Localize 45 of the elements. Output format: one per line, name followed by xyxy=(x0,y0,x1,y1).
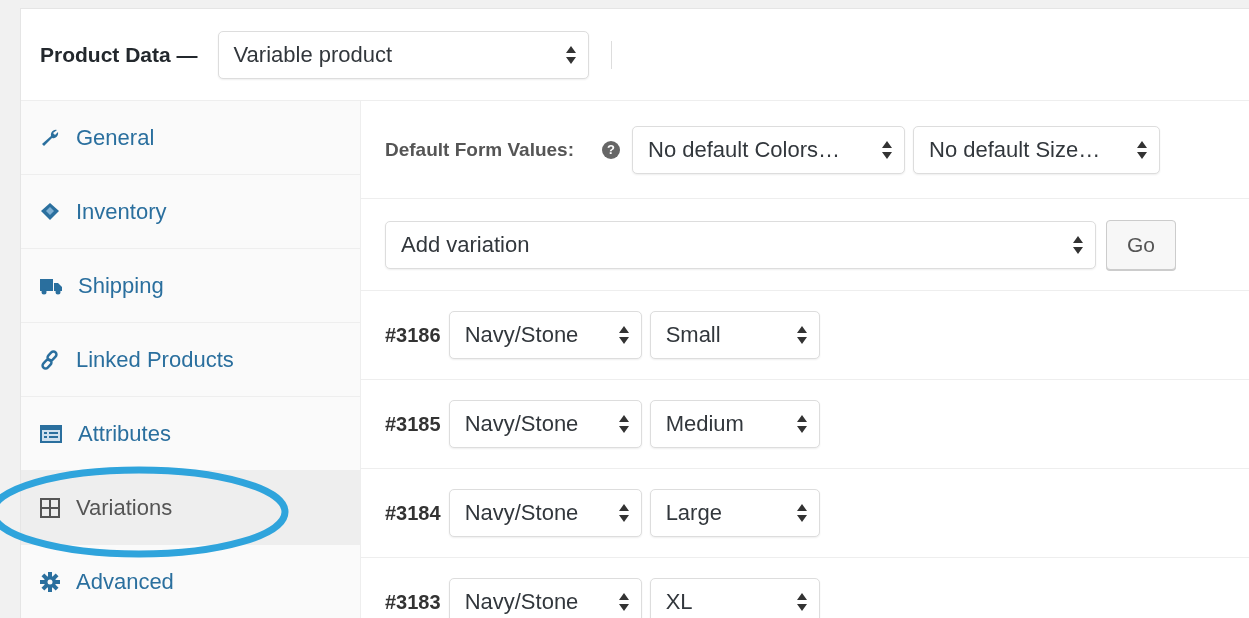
default-attribute-select[interactable]: No default Size… xyxy=(913,125,1160,174)
sort-arrows-icon xyxy=(796,504,807,522)
sidebar-tab[interactable]: Variations xyxy=(21,471,360,545)
sort-arrows-icon xyxy=(1073,235,1083,254)
size-select[interactable]: Small xyxy=(649,311,820,359)
wrench-icon xyxy=(40,127,60,148)
tag-icon xyxy=(40,201,60,222)
sort-arrows-icon xyxy=(796,415,807,433)
sidebar-tab[interactable]: Advanced xyxy=(21,545,360,618)
gear-icon xyxy=(40,571,60,592)
variation-id: #3183 xyxy=(385,590,441,614)
sort-arrows-icon xyxy=(618,326,629,344)
panel-title: Product Data — xyxy=(40,42,198,67)
go-button[interactable]: Go xyxy=(1106,219,1176,270)
sort-arrows-icon xyxy=(882,140,892,159)
sidebar-tab[interactable]: Shipping xyxy=(21,249,360,323)
grid-icon xyxy=(40,497,60,518)
size-select[interactable]: Medium xyxy=(649,400,820,448)
color-select[interactable]: Navy/Stone xyxy=(448,311,642,359)
form-icon xyxy=(40,424,62,443)
sidebar-tab[interactable]: Linked Products xyxy=(21,323,360,397)
link-icon xyxy=(40,349,60,370)
sort-arrows-icon xyxy=(618,504,629,522)
sort-arrows-icon xyxy=(565,45,576,64)
sidebar-tab[interactable]: Inventory xyxy=(21,175,360,249)
help-icon[interactable]: ? xyxy=(602,140,620,159)
default-attribute-select[interactable]: No default Colors… xyxy=(632,125,905,174)
color-select[interactable]: Navy/Stone xyxy=(448,489,642,537)
size-select[interactable]: XL xyxy=(649,578,820,618)
sort-arrows-icon xyxy=(796,593,807,611)
sidebar-tab[interactable]: General xyxy=(21,101,360,175)
sort-arrows-icon xyxy=(1137,140,1147,159)
variation-id: #3185 xyxy=(385,412,441,436)
sort-arrows-icon xyxy=(618,415,629,433)
add-variation-select[interactable]: Add variation xyxy=(385,220,1096,269)
variation-id: #3184 xyxy=(385,501,441,525)
truck-icon xyxy=(40,276,62,295)
color-select[interactable]: Navy/Stone xyxy=(448,578,642,618)
size-select[interactable]: Large xyxy=(649,489,820,537)
sort-arrows-icon xyxy=(618,593,629,611)
color-select[interactable]: Navy/Stone xyxy=(448,400,642,448)
sort-arrows-icon xyxy=(796,326,807,344)
default-form-values-label: Default Form Values: xyxy=(385,138,574,161)
variation-id: #3186 xyxy=(385,323,441,347)
product-type-select[interactable]: Variable product xyxy=(217,30,589,79)
